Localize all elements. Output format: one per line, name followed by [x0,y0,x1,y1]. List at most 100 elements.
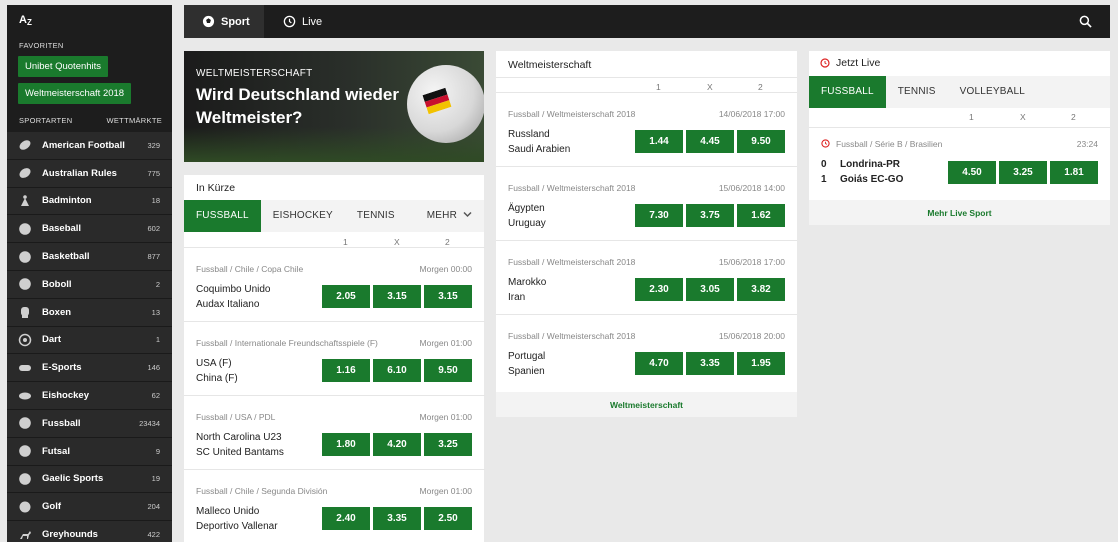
away-team[interactable]: Deportivo Vallenar [196,521,278,532]
away-team[interactable]: China (F) [196,373,238,384]
away-team[interactable]: Spanien [508,366,545,377]
sidebar-item-gaelic-sports[interactable]: Gaelic Sports 19 [7,465,172,494]
odd-2-button[interactable]: 3.82 [737,278,785,301]
odd-1-button[interactable]: 1.80 [322,433,370,456]
home-team[interactable]: Portugal [508,351,545,362]
odd-1-button[interactable]: 4.70 [635,352,683,375]
wm-divider [496,77,797,78]
more-dropdown[interactable]: MEHR [415,200,484,232]
sports-title: SPORTARTEN [19,116,73,125]
sidebar-item-australian-rules[interactable]: Australian Rules 775 [7,159,172,188]
odd-2-button[interactable]: 3.25 [424,433,472,456]
away-team[interactable]: Iran [508,292,525,303]
home-team[interactable]: Marokko [508,277,546,288]
sidebar-item-american-football[interactable]: American Football 329 [7,132,172,160]
odd-x-button[interactable]: 3.75 [686,204,734,227]
home-team[interactable]: Russland [508,129,550,140]
home-team[interactable]: North Carolina U23 [196,432,282,443]
odd-2-button[interactable]: 1.95 [737,352,785,375]
odd-1-button[interactable]: 2.40 [322,507,370,530]
col-x: X [394,237,400,247]
live-odd-1[interactable]: 4.50 [948,161,996,184]
clock-icon [283,15,296,28]
odd-x-button[interactable]: 3.35 [686,352,734,375]
odd-1-button[interactable]: 7.30 [635,204,683,227]
odd-x-button[interactable]: 6.10 [373,359,421,382]
home-team[interactable]: Ägypten [508,203,545,214]
sidebar-item-boxen[interactable]: Boxen 13 [7,298,172,327]
match-league: Fussball / Chile / Copa Chile [196,264,304,274]
tab-fussball[interactable]: FUSSBALL [184,200,261,232]
odd-2-button[interactable]: 3.15 [424,285,472,308]
live-odd-2[interactable]: 1.81 [1050,161,1098,184]
wm-col-x: X [707,82,713,92]
promo-banner[interactable]: WELTMEISTERSCHAFT Wird Deutschland wiede… [184,51,484,162]
search-icon[interactable] [1079,15,1092,28]
live-home-team[interactable]: Londrina-PR [840,159,900,170]
live-clock-icon [820,58,830,68]
odd-x-button[interactable]: 3.35 [373,507,421,530]
sidebar-item-eishockey[interactable]: Eishockey 62 [7,382,172,410]
match-league: Fussball / USA / PDL [196,412,276,422]
live-odd-x[interactable]: 3.25 [999,161,1047,184]
gaelic-icon [17,471,32,486]
odd-2-button[interactable]: 1.62 [737,204,785,227]
tab-live[interactable]: Live [264,5,334,38]
sport-count: 23434 [139,418,160,428]
baseball-icon [17,221,32,236]
home-team[interactable]: USA (F) [196,358,232,369]
live-tab-fussball[interactable]: FUSSBALL [809,76,886,108]
sidebar-item-golf[interactable]: Golf 204 [7,493,172,522]
favorite-weltmeisterschaft-2018[interactable]: Weltmeisterschaft 2018 [18,83,132,104]
live-col-1: 1 [969,112,974,122]
sports-header: SPORTARTEN WETTMÄRKTE [19,116,162,125]
in-kurze-title: In Kürze [196,182,236,194]
away-team[interactable]: SC United Bantams [196,447,284,458]
more-label: MEHR [426,210,458,221]
favorite-unibet-quotenhits[interactable]: Unibet Quotenhits [18,56,109,77]
odd-1-button[interactable]: 2.30 [635,278,683,301]
away-team[interactable]: Uruguay [508,218,546,229]
sidebar-item-greyhounds[interactable]: Greyhounds 422 [7,521,172,542]
sidebar-item-boboll[interactable]: Boboll 2 [7,270,172,299]
tab-sport[interactable]: Sport [184,5,264,38]
row-divider [184,321,485,322]
sidebar-item-e-sports[interactable]: E-Sports 146 [7,354,172,383]
sport-count: 204 [147,502,160,512]
az-sort-icon[interactable]: AZ [19,15,32,28]
match-time: Morgen 01:00 [419,338,472,348]
sidebar-item-dart[interactable]: Dart 1 [7,326,172,355]
odd-2-button[interactable]: 9.50 [737,130,785,153]
home-team[interactable]: Malleco Unido [196,506,259,517]
odd-2-button[interactable]: 2.50 [424,507,472,530]
american-football-icon [17,138,32,153]
odd-2-button[interactable]: 9.50 [424,359,472,382]
match-league: Fussball / Weltmeisterschaft 2018 [508,183,636,193]
odd-1-button[interactable]: 1.16 [322,359,370,382]
live-footer-link[interactable]: Mehr Live Sport [809,208,1110,218]
tab-eishockey[interactable]: EISHOCKEY [261,200,345,232]
odd-x-button[interactable]: 4.20 [373,433,421,456]
odd-1-button[interactable]: 2.05 [322,285,370,308]
live-tab-tennis[interactable]: TENNIS [886,76,948,108]
away-team[interactable]: Saudi Arabien [508,144,570,155]
away-team[interactable]: Audax Italiano [196,299,259,310]
sidebar-item-baseball[interactable]: Baseball 602 [7,215,172,244]
odd-x-button[interactable]: 3.15 [373,285,421,308]
sidebar-item-futsal[interactable]: Futsal 9 [7,437,172,466]
home-team[interactable]: Coquimbo Unido [196,284,271,295]
odd-1-button[interactable]: 1.44 [635,130,683,153]
wm-footer-link[interactable]: Weltmeisterschaft [496,400,797,410]
live-tab-volleyball[interactable]: VOLLEYBALL [948,76,1037,108]
sidebar-item-basketball[interactable]: Basketball 877 [7,243,172,271]
odd-x-button[interactable]: 3.05 [686,278,734,301]
row-divider [496,240,797,241]
col-1: 1 [343,237,348,247]
odd-x-button[interactable]: 4.45 [686,130,734,153]
sidebar-item-fussball[interactable]: Fussball 23434 [7,409,172,438]
sport-name: Basketball [42,251,90,263]
sidebar-item-badminton[interactable]: Badminton 18 [7,187,172,216]
wm-col-2: 2 [758,82,763,92]
tab-tennis[interactable]: TENNIS [345,200,407,232]
live-away-team[interactable]: Goiás EC-GO [840,174,903,185]
